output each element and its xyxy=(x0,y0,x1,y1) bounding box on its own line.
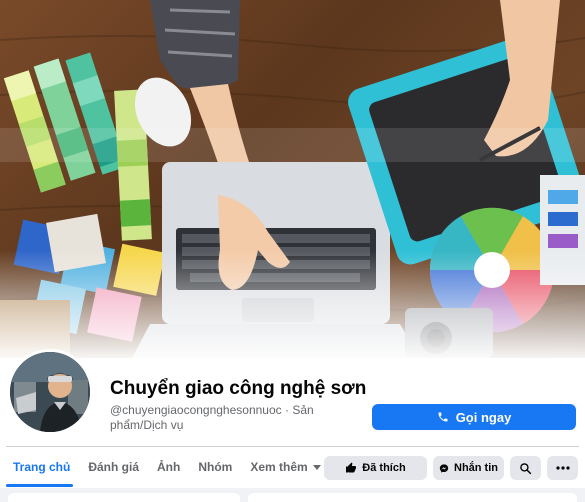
thumbs-up-icon xyxy=(346,462,357,473)
call-now-label: Gọi ngay xyxy=(455,409,512,425)
page-title[interactable]: Chuyển giao công nghệ sơn xyxy=(110,378,366,400)
tab-reviews[interactable]: Đánh giá xyxy=(79,447,148,487)
profile-avatar[interactable] xyxy=(7,349,93,435)
search-icon xyxy=(520,462,532,474)
more-options-button[interactable] xyxy=(547,456,578,480)
more-dots-icon xyxy=(555,466,570,470)
tab-home-label: Trang chủ xyxy=(13,460,71,474)
cover-ghost-navbar xyxy=(0,128,585,162)
phone-icon xyxy=(438,412,448,422)
tab-reviews-label: Đánh giá xyxy=(88,460,140,474)
message-button[interactable]: Nhắn tin xyxy=(433,456,504,480)
call-now-button[interactable]: Gọi ngay xyxy=(372,404,576,430)
cover-photo[interactable] xyxy=(0,0,585,358)
cover-fade-overlay xyxy=(0,250,585,358)
message-label: Nhắn tin xyxy=(454,462,498,474)
page-tabs: Trang chủ Đánh giá Ảnh Nhóm Xem thêm xyxy=(0,447,330,487)
tab-see-more-label: Xem thêm xyxy=(250,460,308,474)
avatar-photo xyxy=(10,352,90,432)
tab-photos[interactable]: Ảnh xyxy=(148,447,189,487)
caret-down-icon xyxy=(312,464,321,470)
tab-home[interactable]: Trang chủ xyxy=(0,447,79,487)
liked-label: Đã thích xyxy=(362,462,406,474)
tab-groups[interactable]: Nhóm xyxy=(189,447,241,487)
feed-card-left xyxy=(8,493,240,502)
tab-groups-label: Nhóm xyxy=(198,460,233,474)
messenger-icon xyxy=(439,463,449,473)
liked-button[interactable]: Đã thích xyxy=(324,456,427,480)
search-button[interactable] xyxy=(510,456,541,480)
feed-card-right xyxy=(248,493,577,502)
page-subtitle: @chuyengiaocongnghesonnuoc · Sản phẩm/Dị… xyxy=(110,403,314,432)
page-actions: Đã thích Nhắn tin xyxy=(324,456,578,480)
tab-photos-label: Ảnh xyxy=(157,460,181,474)
tab-see-more[interactable]: Xem thêm xyxy=(241,447,329,487)
